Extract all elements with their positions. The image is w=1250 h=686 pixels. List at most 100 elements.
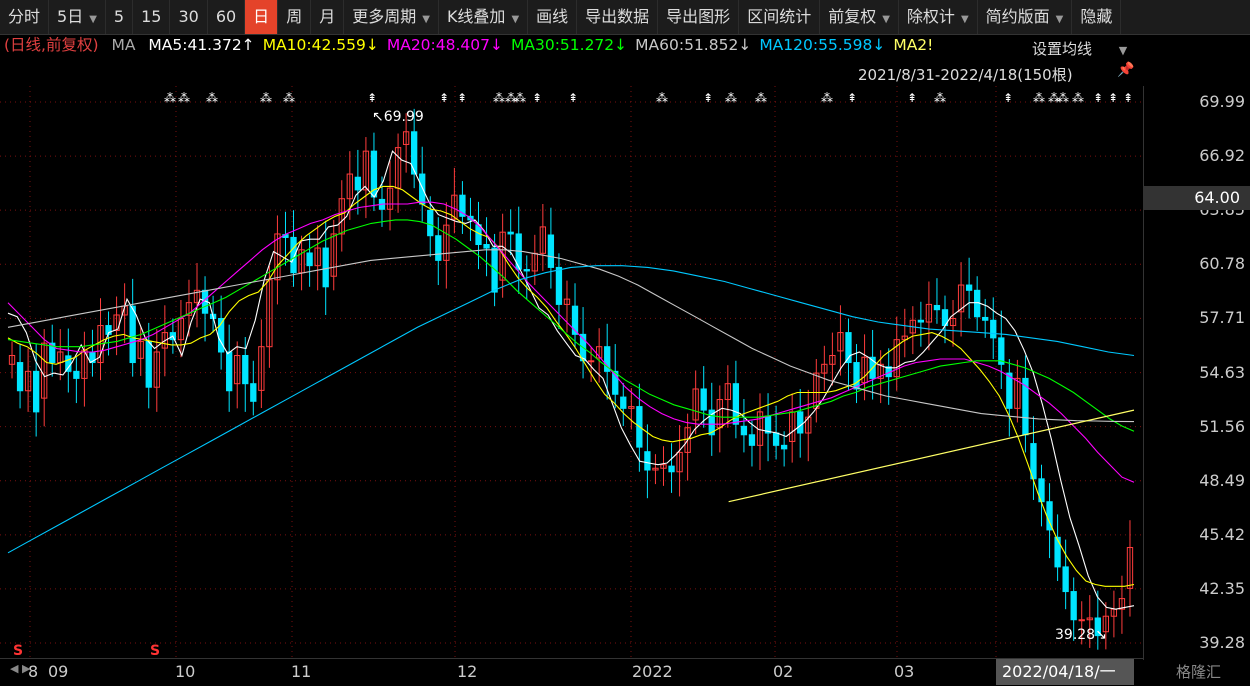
ma-line-ma60 bbox=[7, 249, 1135, 423]
candle-body bbox=[419, 173, 426, 205]
price-tick-label: 42.35 bbox=[1199, 578, 1245, 598]
event-marker-icon: ⇞ bbox=[457, 91, 467, 105]
candle-body bbox=[226, 351, 233, 392]
candle-body bbox=[354, 176, 362, 191]
event-marker-icon: ⁂ bbox=[206, 91, 218, 105]
time-tick-label: 12 bbox=[457, 662, 478, 681]
candle-body bbox=[65, 355, 72, 372]
time-tick-label: 10 bbox=[175, 662, 196, 681]
scroll-arrows-icon[interactable]: ◀ ▶ bbox=[10, 662, 30, 675]
candle-body bbox=[507, 231, 514, 235]
candle-body bbox=[974, 289, 981, 318]
candle-body bbox=[748, 434, 756, 446]
event-marker-icon: ⇞ bbox=[532, 91, 542, 105]
time-tick-label: 09 bbox=[48, 662, 69, 681]
ma-line-ma5 bbox=[7, 150, 1135, 610]
event-marker-icon: ⁂ bbox=[260, 91, 272, 105]
candle-body bbox=[242, 355, 249, 385]
price-tick-label: 66.92 bbox=[1199, 146, 1245, 166]
event-marker-icon: ⇞ bbox=[703, 91, 713, 105]
event-marker-icon: ⁂ bbox=[821, 91, 833, 105]
candle-body bbox=[547, 234, 555, 268]
watermark: 格隆汇 bbox=[1176, 663, 1222, 681]
event-marker-icon: ⇞ bbox=[367, 91, 377, 105]
candle-body bbox=[990, 319, 997, 339]
candle-body bbox=[129, 305, 136, 364]
price-tick-label: 69.99 bbox=[1199, 92, 1245, 111]
event-marker-icon: ⇞ bbox=[847, 91, 857, 105]
candle-body bbox=[772, 432, 780, 446]
candle-body bbox=[435, 235, 442, 261]
price-tick-label: 51.56 bbox=[1199, 416, 1245, 436]
candle-body bbox=[933, 304, 941, 311]
price-tick-label: 39.28 bbox=[1199, 633, 1245, 652]
s-signal-icon: S bbox=[150, 643, 160, 659]
time-axis-end-date: 2022/04/18/一 bbox=[996, 659, 1134, 685]
ma-line-ma120 bbox=[7, 265, 1135, 554]
event-marker-icon: ⁂ bbox=[725, 91, 737, 105]
candle-body bbox=[1062, 566, 1069, 593]
candle-body bbox=[483, 244, 490, 249]
ma-line-ma30 bbox=[7, 219, 1135, 432]
candle-body bbox=[797, 411, 804, 434]
event-marker-icon: ⁂ bbox=[493, 91, 505, 105]
time-axis: 8 09 10 11 12 2022 02 03 bbox=[0, 658, 1143, 686]
candle-body bbox=[1078, 619, 1085, 622]
event-marker-icon: ⇞ bbox=[1093, 91, 1103, 105]
time-tick-label: 03 bbox=[894, 662, 915, 681]
candle-body bbox=[73, 370, 80, 379]
price-axis: 69.9966.9263.8560.7857.7154.6351.5648.49… bbox=[1143, 86, 1250, 660]
event-marker-icon: ⇞ bbox=[1123, 91, 1133, 105]
price-tick-label: 54.63 bbox=[1199, 362, 1245, 382]
current-price-flag: 64.00 bbox=[1143, 186, 1250, 210]
event-marker-icon: ⇞ bbox=[1003, 91, 1013, 105]
price-tick-label: 48.49 bbox=[1199, 470, 1245, 490]
candle-body bbox=[322, 247, 329, 288]
candle-body bbox=[1054, 536, 1061, 568]
event-marker-icon: ⇞ bbox=[439, 91, 449, 105]
candle-body bbox=[306, 252, 313, 267]
event-marker-icon: ⇞ bbox=[568, 91, 578, 105]
time-tick-label: 11 bbox=[291, 662, 312, 681]
high-price-label: ↖69.99 bbox=[372, 109, 424, 125]
candle-body bbox=[587, 360, 595, 363]
candle-body bbox=[620, 396, 627, 409]
candle-body bbox=[32, 370, 40, 413]
candle-body bbox=[740, 425, 748, 436]
time-tick-label: 2022 bbox=[632, 662, 673, 681]
low-price-label: 39.28↘ bbox=[1055, 627, 1107, 643]
event-marker-icon: ⇞ bbox=[1108, 91, 1118, 105]
candle-body bbox=[250, 383, 257, 402]
candle-body bbox=[1006, 372, 1013, 409]
time-tick-label: 02 bbox=[773, 662, 794, 681]
event-marker-icon: ⁂ bbox=[164, 91, 176, 105]
candle-body bbox=[145, 340, 152, 388]
candle-body bbox=[700, 388, 707, 411]
candle-body bbox=[1070, 591, 1077, 621]
event-marker-icon: ⇞ bbox=[907, 91, 917, 105]
candle-body bbox=[853, 362, 860, 390]
candle-body bbox=[523, 269, 530, 272]
price-tick-label: 45.42 bbox=[1199, 524, 1245, 544]
event-marker-icon: ⁂ bbox=[934, 91, 946, 105]
event-marker-icon: ⁂ bbox=[1057, 91, 1069, 105]
event-marker-icon: ⁂ bbox=[283, 91, 295, 105]
candle-body bbox=[982, 316, 989, 321]
price-tick-label: 57.71 bbox=[1199, 308, 1245, 328]
candle-body bbox=[427, 209, 434, 237]
candle-body bbox=[644, 451, 651, 471]
candle-body bbox=[780, 444, 788, 450]
candle-body bbox=[16, 362, 24, 392]
event-marker-icon: ⁂ bbox=[514, 91, 526, 105]
candle-body bbox=[555, 266, 563, 305]
event-marker-icon: ⁂ bbox=[178, 91, 190, 105]
event-marker-icon: ⁂ bbox=[1033, 91, 1045, 105]
candle-body bbox=[668, 465, 675, 473]
ma-line-ma10 bbox=[7, 185, 1135, 587]
candle-body bbox=[917, 319, 925, 323]
s-signal-icon: S bbox=[13, 643, 23, 659]
event-marker-icon: ⁂ bbox=[755, 91, 767, 105]
event-marker-icon: ⁂ bbox=[656, 91, 668, 105]
price-tick-label: 60.78 bbox=[1199, 254, 1245, 274]
candlestick-chart[interactable]: ↖69.9939.28↘⁂ ⁂ ⁂ ⁂ ⁂ ⇞ ⇞ ⇞ ⁂ ⁂⁂ ⇞ ⇞ ⁂ ⇞ ⁂ ⁂ ⁂ ⇞ ⇞ ⁂ ⇞ ⁂ ⁂⁂ ⁂ ⇞ ⇞… bbox=[0, 0, 1250, 685]
